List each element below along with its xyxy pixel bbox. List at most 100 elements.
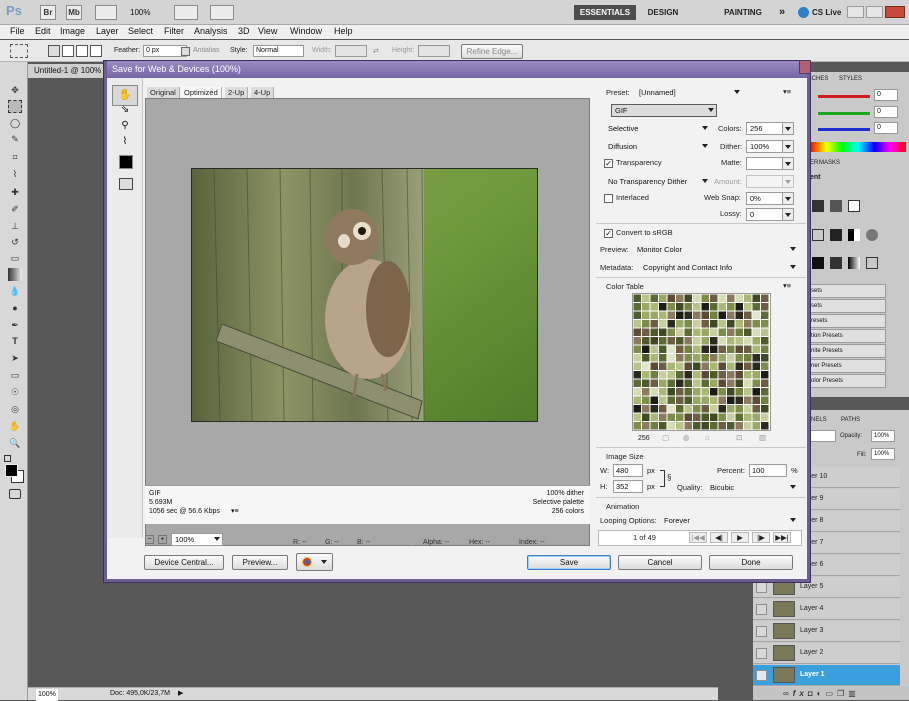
color-swatch[interactable] [735, 294, 744, 303]
color-swatch[interactable] [761, 388, 769, 396]
delete-layer-icon[interactable]: ▥ [848, 689, 860, 698]
color-swatch[interactable] [659, 345, 667, 354]
device-central-button[interactable]: Device Central... [144, 555, 224, 570]
new-group-icon[interactable]: ▭ [826, 689, 838, 698]
color-swatch[interactable] [710, 320, 718, 328]
color-swatch[interactable] [744, 413, 752, 422]
color-swatch[interactable] [701, 354, 710, 362]
color-swatch[interactable] [710, 311, 718, 320]
color-swatch[interactable] [744, 311, 752, 320]
color-swatch[interactable] [735, 320, 744, 328]
color-swatch[interactable] [727, 371, 735, 379]
color-swatch[interactable] [642, 396, 650, 405]
color-swatch[interactable] [642, 388, 650, 396]
color-swatch[interactable] [659, 311, 667, 320]
color-swatch[interactable] [761, 413, 769, 422]
color-swatch[interactable] [727, 303, 735, 311]
color-swatch[interactable] [676, 405, 684, 413]
color-swatch[interactable] [650, 328, 659, 337]
color-swatch[interactable] [761, 371, 769, 379]
color-swatch[interactable] [718, 422, 727, 430]
color-swatch[interactable] [667, 379, 676, 388]
color-swatch[interactable] [659, 328, 667, 337]
blue-slider[interactable] [818, 128, 870, 131]
menu-edit[interactable]: Edit [35, 26, 51, 36]
zoom-out-button[interactable]: − [145, 535, 154, 544]
color-swatch[interactable] [659, 337, 667, 345]
color-swatch[interactable] [667, 405, 676, 413]
color-swatch[interactable] [701, 345, 710, 354]
pen-tool-icon[interactable]: ✒ [8, 319, 22, 332]
color-swatch[interactable] [693, 362, 701, 371]
color-swatch[interactable] [659, 371, 667, 379]
levels-adjust-icon[interactable] [830, 200, 842, 212]
color-swatch[interactable] [667, 320, 676, 328]
color-swatch[interactable] [735, 337, 744, 345]
color-swatch[interactable] [727, 379, 735, 388]
color-swatch[interactable] [744, 422, 752, 430]
hand-tool-icon[interactable]: ✋ [8, 420, 22, 433]
color-swatch[interactable] [633, 328, 642, 337]
lasso-tool-icon[interactable]: ◯ [8, 117, 22, 130]
color-swatch[interactable] [633, 303, 642, 311]
screen-mode-icon[interactable] [210, 5, 234, 20]
new-adjustment-icon[interactable]: ◐ [817, 689, 826, 698]
zoom-level-select[interactable]: 100% [171, 533, 223, 546]
color-ramp[interactable] [810, 142, 906, 152]
color-swatch[interactable] [650, 303, 659, 311]
status-menu-icon[interactable]: ▶ [178, 688, 183, 700]
color-swatch[interactable] [667, 303, 676, 311]
color-swatch[interactable] [633, 337, 642, 345]
new-layer-icon[interactable]: ❐ [837, 689, 848, 698]
color-swatch[interactable] [718, 337, 727, 345]
color-swatch[interactable] [735, 422, 744, 430]
color-swatch[interactable] [752, 337, 761, 345]
black-white-icon[interactable] [848, 229, 860, 241]
red-slider[interactable] [818, 95, 870, 98]
tab-paths[interactable]: PATHS [841, 415, 860, 425]
color-swatch[interactable] [633, 405, 642, 413]
height-input[interactable] [418, 45, 450, 57]
color-swatch[interactable] [701, 294, 710, 303]
last-frame-button[interactable]: ▶▶| [773, 532, 791, 543]
color-swatch[interactable] [735, 405, 744, 413]
color-swatch[interactable] [727, 354, 735, 362]
color-swatch[interactable] [659, 388, 667, 396]
color-swatch[interactable] [650, 311, 659, 320]
color-swatch[interactable] [693, 413, 701, 422]
color-swatch[interactable] [718, 362, 727, 371]
color-swatch[interactable] [710, 345, 718, 354]
channel-mixer-icon[interactable] [866, 229, 878, 241]
color-swatch[interactable] [659, 303, 667, 311]
quick-selection-tool-icon[interactable]: ✎ [8, 133, 22, 146]
color-swatch[interactable] [650, 379, 659, 388]
preview-button[interactable]: Preview... [232, 555, 288, 570]
color-swatch[interactable] [659, 405, 667, 413]
metadata-select[interactable]: Copyright and Contact Info [639, 261, 799, 274]
vibrance-adjust-icon[interactable] [812, 229, 824, 241]
color-swatch[interactable] [667, 362, 676, 371]
color-swatch[interactable] [710, 405, 718, 413]
color-swatch[interactable] [710, 328, 718, 337]
menu-help[interactable]: Help [334, 26, 353, 36]
link-layers-icon[interactable]: ∞ [783, 689, 793, 698]
delete-color-icon[interactable]: ▥ [759, 433, 766, 443]
color-swatch[interactable] [701, 405, 710, 413]
more-workspaces-icon[interactable]: » [776, 5, 788, 20]
color-swatch[interactable] [701, 311, 710, 320]
color-swatch[interactable] [744, 396, 752, 405]
color-swatch[interactable] [727, 388, 735, 396]
dodge-tool-icon[interactable]: ● [8, 302, 22, 315]
color-swatch[interactable] [693, 371, 701, 379]
percent-input[interactable]: 100 [749, 464, 787, 477]
color-swatch[interactable] [744, 405, 752, 413]
tab-swatches[interactable]: ICHES [810, 74, 828, 84]
tab-channels[interactable]: NELS [811, 415, 827, 425]
color-swatch[interactable] [667, 396, 676, 405]
matte-select[interactable] [746, 157, 794, 170]
color-swatch[interactable] [633, 354, 642, 362]
preset-row-1[interactable]: sets [808, 284, 886, 298]
lossy-input[interactable]: 0 [746, 208, 794, 221]
color-swatch[interactable] [676, 303, 684, 311]
color-swatch[interactable] [633, 379, 642, 388]
